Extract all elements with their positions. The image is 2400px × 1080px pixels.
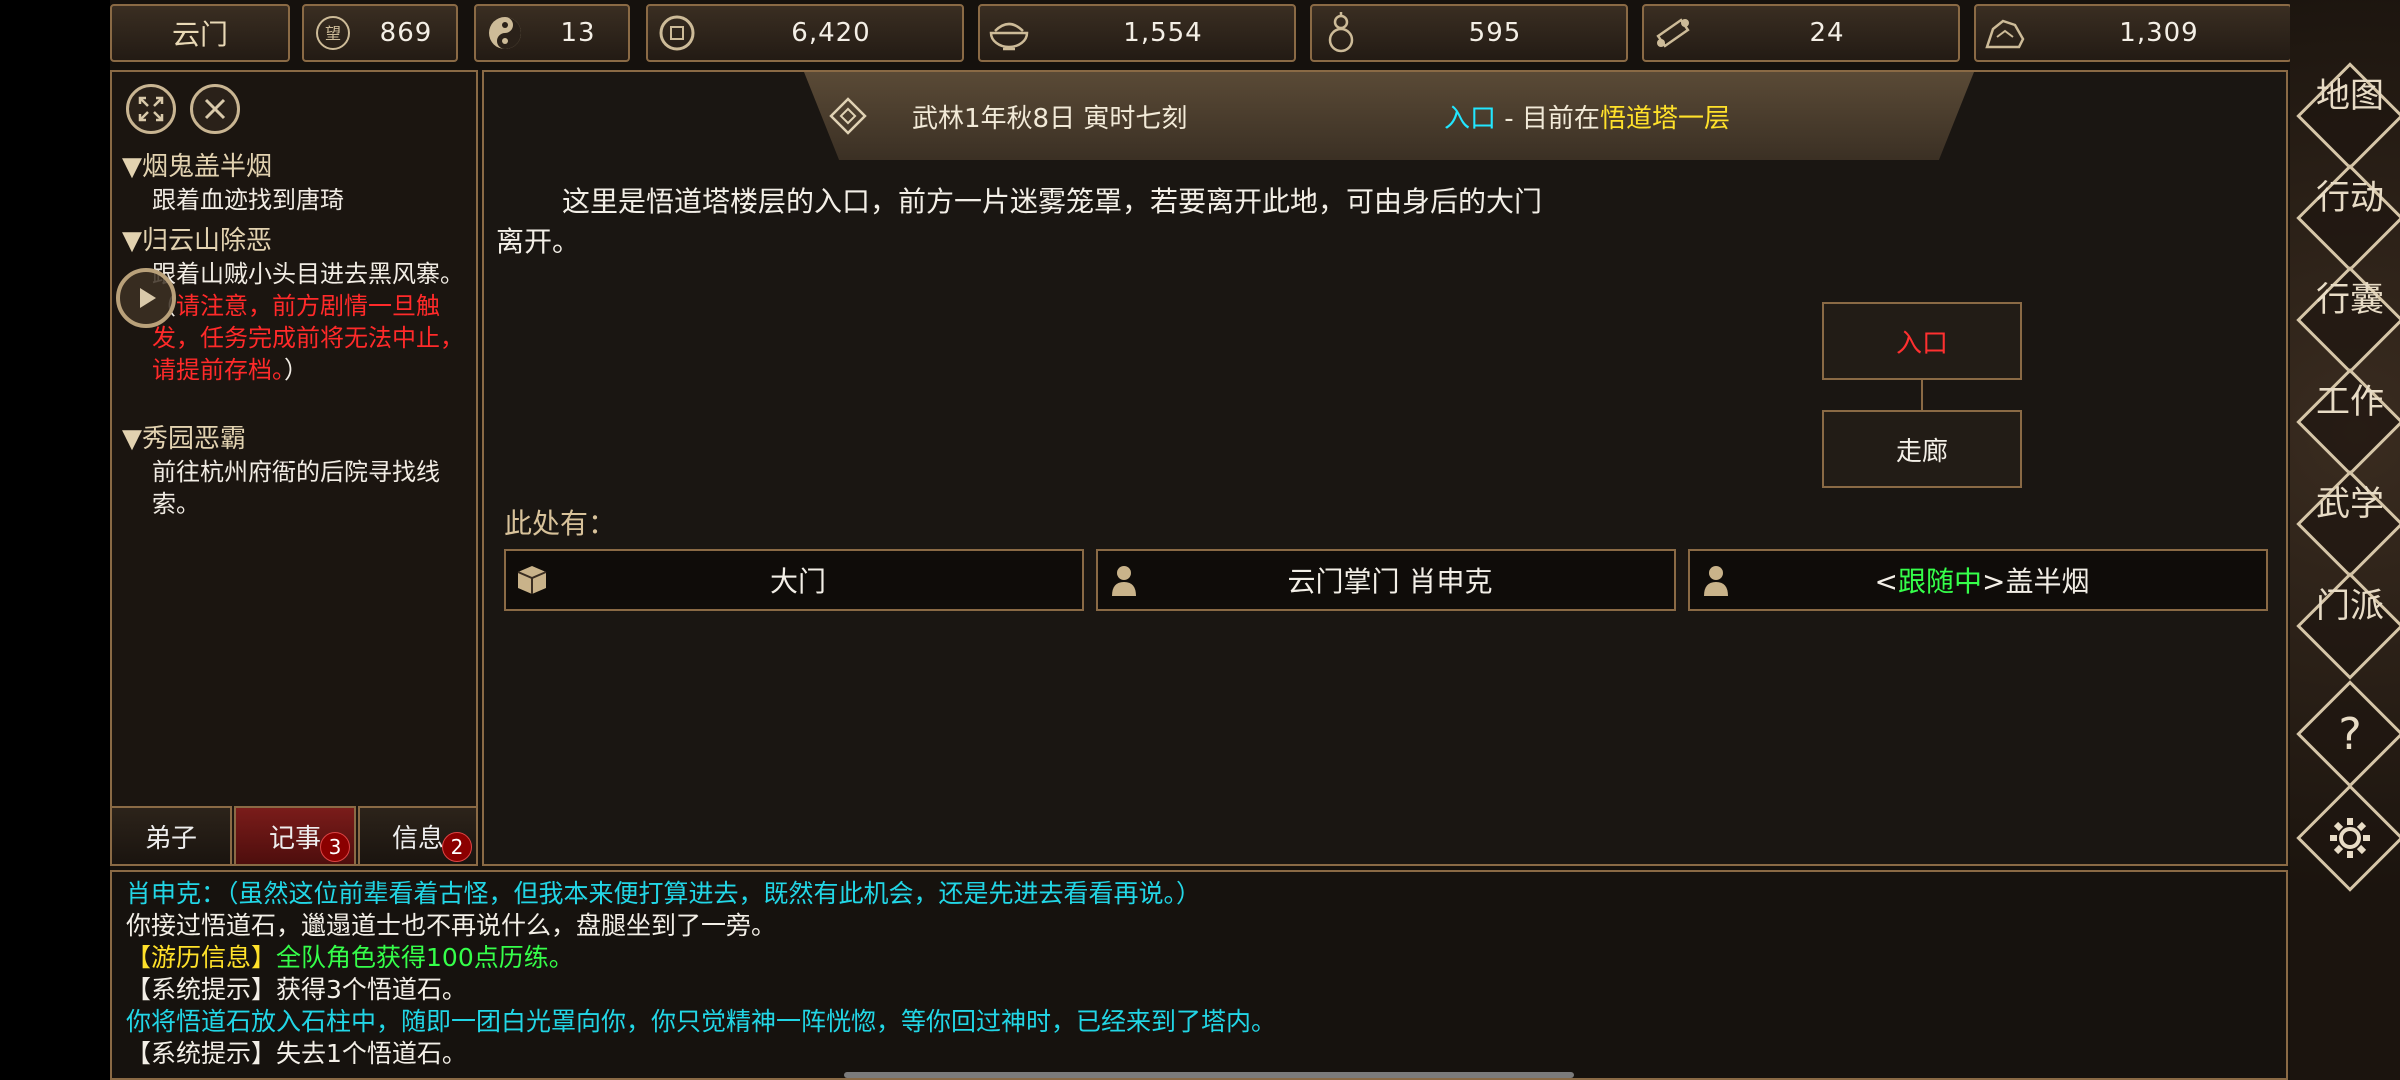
gourd-icon — [1318, 10, 1364, 56]
action-button-label: 行动 — [2316, 178, 2384, 218]
log-text: 你接过悟道石，邋遢道士也不再说什么，盘腿坐到了一旁。 — [126, 911, 777, 940]
location-header: 武林1年秋8日 寅时七刻 入口 - 目前在悟道塔一层 — [804, 72, 1974, 160]
compass-icon — [826, 94, 870, 138]
tab-messages[interactable]: 信息 2 — [358, 806, 478, 866]
quest-warning: 请注意，前方剧情一旦触发，任务完成前将无法中止，请提前存档。 — [152, 292, 464, 384]
game-date: 武林1年秋8日 寅时七刻 — [912, 104, 1188, 134]
scroll-icon — [1650, 10, 1696, 56]
npc-name: >盖半烟 — [1982, 565, 2090, 598]
food-counter[interactable]: 1,554 — [978, 4, 1296, 62]
quest-desc-suffix: ） — [284, 356, 308, 384]
follow-bracket-open: < — [1874, 565, 1898, 598]
npc-label: 云门掌门 肖申克 — [1287, 565, 1493, 598]
log-text: 【系统提示】获得3个悟道石。 — [126, 975, 467, 1004]
person-icon — [1102, 558, 1146, 602]
play-icon — [140, 288, 156, 308]
map-node-corridor[interactable]: 走廊 — [1822, 410, 2022, 488]
tab-disciples[interactable]: 弟子 — [110, 806, 232, 866]
log-line: 【游历信息】全队角色获得100点历练。 — [126, 942, 574, 974]
ore-counter[interactable]: 1,309 — [1974, 4, 2292, 62]
morality-counter[interactable]: 13 — [474, 4, 630, 62]
tab-label: 信息 — [391, 823, 444, 854]
sect-button-label: 门派 — [2316, 586, 2384, 626]
quest-item[interactable]: ▼烟鬼盖半烟 跟着血迹找到唐琦 — [122, 150, 472, 216]
side-menu: 地图 行动 行囊 工作 武学 门派 ? — [2290, 0, 2400, 1080]
quest-desc: 前往杭州府衙的后院寻找线索。 — [152, 458, 440, 518]
bag-button-label: 行囊 — [2316, 280, 2384, 320]
object-label: 大门 — [769, 565, 826, 598]
log-text: 全队角色获得100点历练。 — [276, 943, 574, 972]
log-line: 你将悟道石放入石柱中，随即一团白光罩向你，你只觉精神一阵恍惚，等你回过神时，已经… — [126, 1006, 1276, 1038]
svg-text:望: 望 — [325, 24, 341, 43]
place-name: 悟道塔一层 — [1599, 104, 1730, 134]
medicine-counter[interactable]: 595 — [1310, 4, 1628, 62]
martial-arts-button-label: 武学 — [2316, 484, 2384, 524]
log-line: 【系统提示】失去1个悟道石。 — [126, 1038, 467, 1070]
log-line: 肖申克：（虽然这位前辈看着古怪，但我本来便打算进去，既然有此机会，还是先进去看看… — [126, 878, 1201, 910]
money-counter[interactable]: 6,420 — [646, 4, 964, 62]
expand-button[interactable] — [126, 84, 176, 134]
tab-label: 记事 — [268, 823, 321, 854]
close-icon — [204, 98, 226, 120]
yin-yang-icon — [482, 10, 528, 56]
here-label: 此处有： — [504, 507, 617, 540]
left-tabs: 弟子 记事 3 信息 2 — [110, 806, 478, 866]
log-tag: 【游历信息】 — [126, 943, 277, 972]
log-line: 你接过悟道石，邋遢道士也不再说什么，盘腿坐到了一旁。 — [126, 910, 776, 942]
sect-name-button[interactable]: 云门 — [110, 4, 290, 62]
reputation-counter[interactable]: 望 869 — [302, 4, 458, 62]
quest-title: ▼烟鬼盖半烟 — [122, 152, 272, 182]
room-name: 入口 — [1444, 104, 1497, 134]
log-scrollbar[interactable] — [844, 1072, 1574, 1078]
help-icon: ? — [2338, 708, 2362, 760]
following-status: 跟随中 — [1897, 565, 1982, 598]
npc-follower[interactable]: <跟随中>盖半烟 — [1688, 549, 2268, 611]
tab-label: 弟子 — [144, 823, 197, 854]
close-quests-button[interactable] — [190, 84, 240, 134]
npc-label: <跟随中>盖半烟 — [1738, 560, 2266, 600]
quest-item[interactable]: ▼秀园恶霸 前往杭州府衙的后院寻找线索。 — [122, 422, 472, 520]
person-icon — [1694, 558, 1738, 602]
current-location: 入口 - 目前在悟道塔一层 — [1444, 98, 1730, 135]
expand-icon — [138, 96, 164, 122]
log-line: 【系统提示】获得3个悟道石。 — [126, 974, 467, 1006]
quest-panel: ▼烟鬼盖半烟 跟着血迹找到唐琦 ▼归云山除恶 跟着山贼小头目进去黑风寨。（请注意… — [110, 70, 478, 866]
play-button[interactable] — [116, 268, 176, 328]
work-button-label: 工作 — [2316, 382, 2384, 422]
object-door[interactable]: 大门 — [504, 549, 1084, 611]
message-log[interactable]: 肖申克：（虽然这位前辈看着古怪，但我本来便打算进去，既然有此机会，还是先进去看看… — [110, 870, 2288, 1080]
map-connector — [1921, 380, 1923, 410]
sect-name: 云门 — [171, 18, 228, 51]
coin-icon — [654, 10, 700, 56]
map-button-label: 地图 — [2316, 76, 2384, 116]
quest-title: ▼秀园恶霸 — [122, 424, 246, 454]
log-text: 你将悟道石放入石柱中，随即一团白光罩向你，你只觉精神一阵恍惚，等你回过神时，已经… — [126, 1007, 1277, 1036]
scene-panel: 武林1年秋8日 寅时七刻 入口 - 目前在悟道塔一层 这里是悟道塔楼层的入口，前… — [482, 70, 2288, 866]
box-icon — [510, 558, 554, 602]
reputation-icon: 望 — [310, 10, 356, 56]
quest-desc: 跟着血迹找到唐琦 — [152, 186, 344, 214]
log-text: 肖申克：（虽然这位前辈看着古怪，但我本来便打算进去，既然有此机会，还是先进去看看… — [126, 879, 1202, 908]
tab-journal[interactable]: 记事 3 — [234, 806, 356, 866]
scroll-counter[interactable]: 24 — [1642, 4, 1960, 62]
notification-badge: 3 — [320, 832, 350, 862]
location-separator: - 目前在 — [1496, 104, 1600, 134]
quest-title: ▼归云山除恶 — [122, 226, 272, 256]
scene-description: 这里是悟道塔楼层的入口，前方一片迷雾笼罩，若要离开此地，可由身后的大门离开。 — [496, 185, 1543, 258]
quest-desc: 跟着山贼小头目进去黑风寨。（请注意，前方剧情一旦触发，任务完成前将无法中止，请提… — [122, 258, 472, 386]
food-bowl-icon — [986, 10, 1032, 56]
npc-sect-leader[interactable]: 云门掌门 肖申克 — [1096, 549, 1676, 611]
map-node-current[interactable]: 入口 — [1822, 302, 2022, 380]
log-text: 【系统提示】失去1个悟道石。 — [126, 1039, 467, 1068]
resource-bar: 云门 望 869 13 6,420 1,554 595 24 1,309 — [110, 4, 2292, 64]
ore-icon — [1982, 10, 2028, 56]
notification-badge: 2 — [442, 832, 472, 862]
gear-icon — [2312, 800, 2388, 876]
